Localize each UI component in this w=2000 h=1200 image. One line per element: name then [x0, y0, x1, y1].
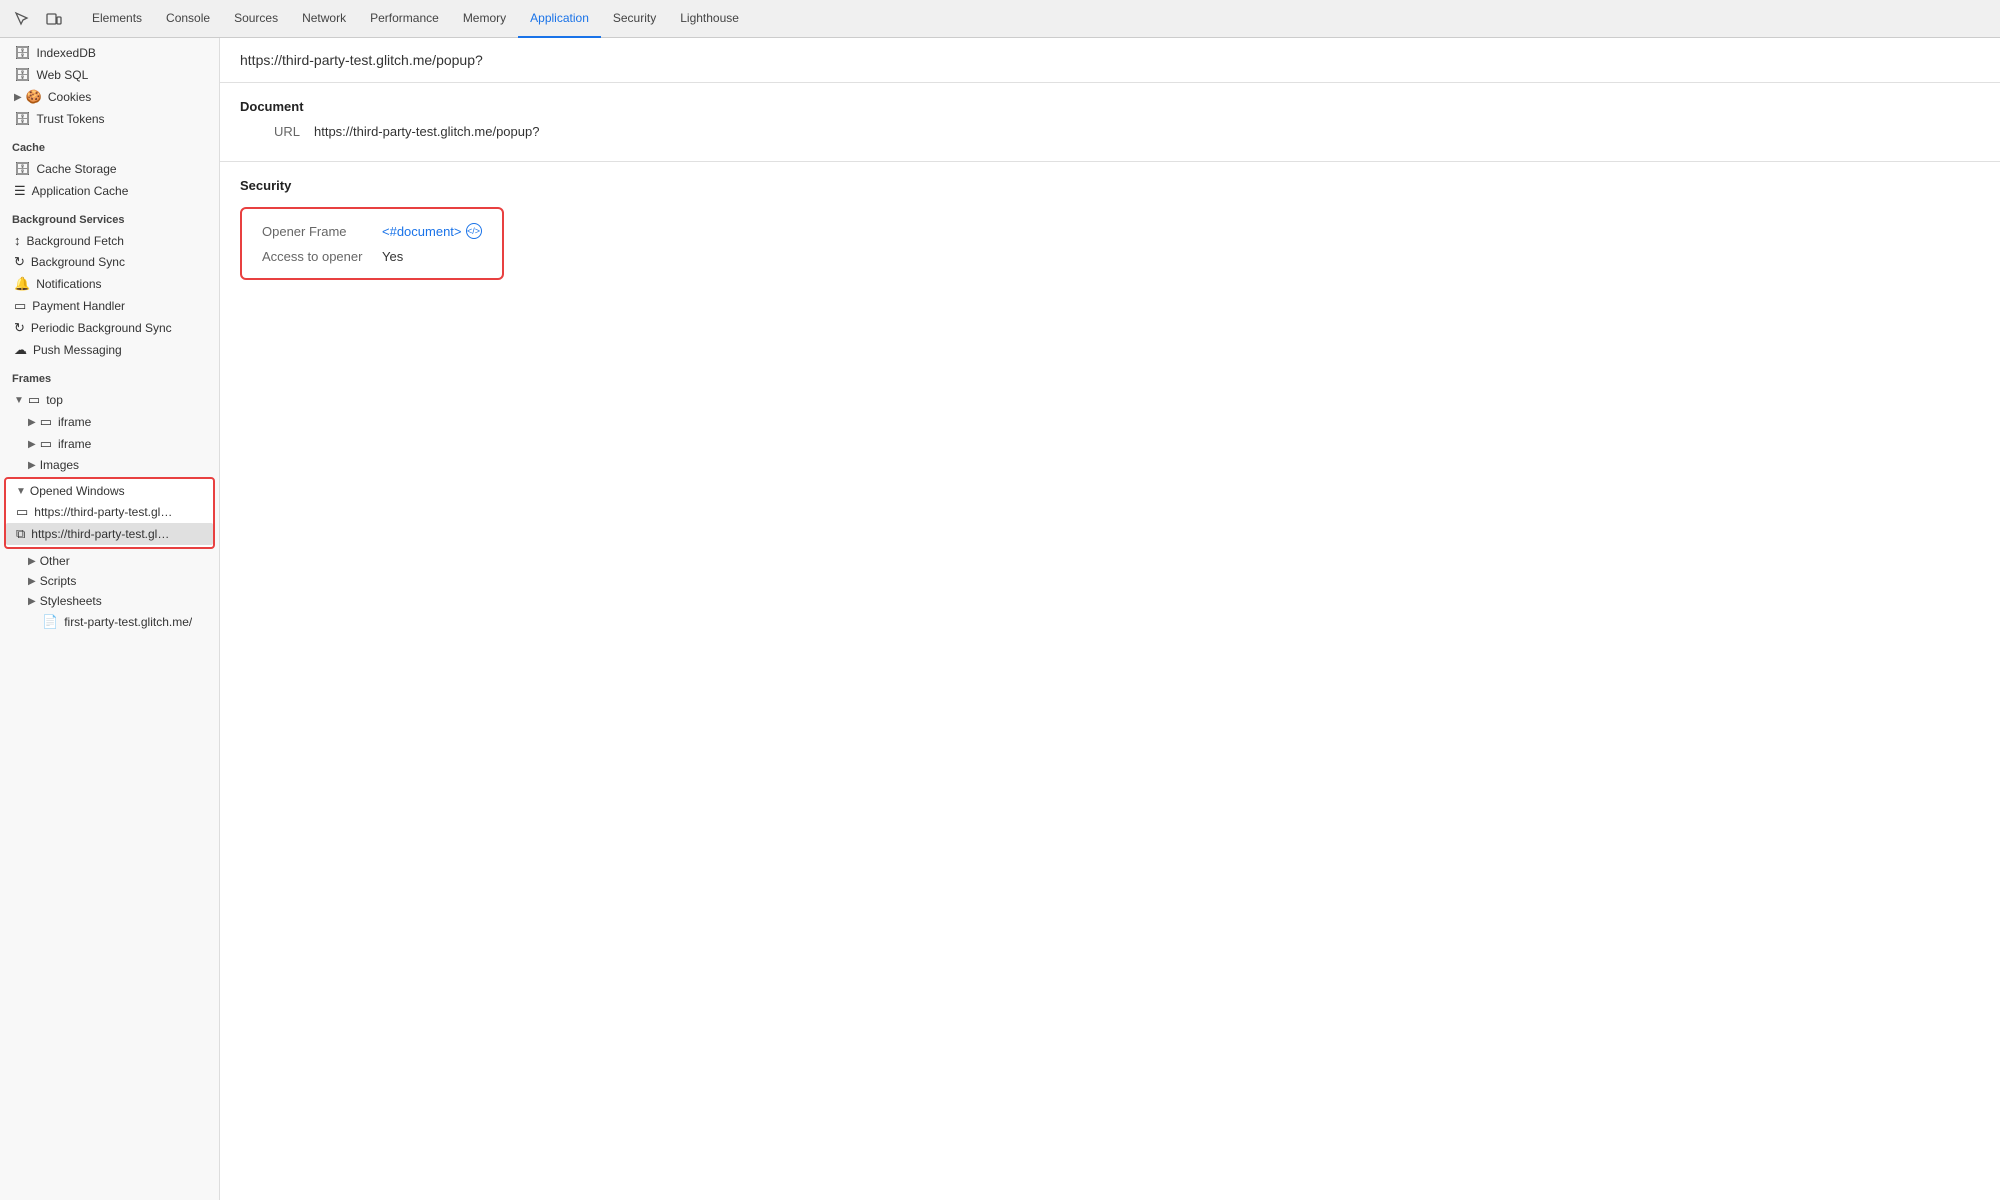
security-card: Opener Frame <#document> </> Access to o…: [240, 207, 504, 280]
sidebar-item-iframe1[interactable]: ▶ ▭ iframe: [0, 411, 219, 433]
tab-sources[interactable]: Sources: [222, 0, 290, 38]
sidebar-item-first-party[interactable]: 📄 first-party-test.glitch.me/: [0, 611, 219, 633]
opened-windows-group: ▼ Opened Windows ▭ https://third-party-t…: [4, 477, 215, 549]
document-heading: Document: [240, 99, 1980, 114]
sidebar-item-notifications[interactable]: 🔔 Notifications: [0, 273, 219, 295]
bg-fetch-icon: ↕: [14, 233, 21, 248]
sidebar-item-top[interactable]: ▼ ▭ top: [0, 389, 219, 411]
frame-icon-iframe1: ▭: [40, 414, 52, 430]
sidebar-item-images[interactable]: ▶ Images: [0, 455, 219, 475]
opener-frame-link[interactable]: <#document> </>: [382, 223, 482, 239]
sidebar-item-scripts[interactable]: ▶ Scripts: [0, 571, 219, 591]
sidebar-item-bg-sync[interactable]: ↻ Background Sync: [0, 251, 219, 273]
sidebar-item-trust-tokens[interactable]: 🗄 Trust Tokens: [0, 108, 219, 130]
access-opener-label: Access to opener: [262, 249, 382, 264]
sidebar-item-stylesheets[interactable]: ▶ Stylesheets: [0, 591, 219, 611]
tab-lighthouse[interactable]: Lighthouse: [668, 0, 751, 38]
expand-arrow-opened-windows: ▼: [16, 486, 26, 497]
device-toggle-icon[interactable]: [40, 5, 68, 33]
bg-services-header: Background Services: [0, 206, 219, 230]
expand-arrow-iframe1: ▶: [28, 417, 36, 428]
expand-arrow-images: ▶: [28, 460, 36, 471]
sidebar-item-push-messaging[interactable]: ☁ Push Messaging: [0, 339, 219, 361]
notifications-icon: 🔔: [14, 276, 30, 292]
sidebar-item-window1[interactable]: ▭ https://third-party-test.glitch.: [6, 501, 213, 523]
url-field-row: URL https://third-party-test.glitch.me/p…: [240, 124, 1980, 139]
frame-icon-top: ▭: [28, 392, 40, 408]
expand-arrow-other: ▶: [28, 556, 36, 567]
expand-arrow-top: ▼: [14, 395, 24, 406]
access-opener-field: Access to opener Yes: [262, 249, 482, 264]
url-value: https://third-party-test.glitch.me/popup…: [314, 124, 539, 139]
sidebar-item-cache-storage[interactable]: 🗄 Cache Storage: [0, 158, 219, 180]
sidebar-item-window2[interactable]: ⧉ https://third-party-test.glitch.: [6, 523, 213, 545]
inspect-icon[interactable]: [8, 5, 36, 33]
toolbar-icons: [8, 5, 68, 33]
page-url: https://third-party-test.glitch.me/popup…: [240, 52, 483, 68]
push-icon: ☁: [14, 342, 27, 358]
access-opener-value: Yes: [382, 249, 403, 264]
sidebar-item-indexeddb[interactable]: 🗄 IndexedDB: [0, 42, 219, 64]
database-icon: 🗄: [14, 45, 31, 61]
window1-icon: ▭: [16, 504, 28, 520]
security-section: Security Opener Frame <#document> </> Ac…: [220, 162, 2000, 296]
opener-frame-label: Opener Frame: [262, 224, 382, 239]
trust-icon: 🗄: [14, 111, 31, 127]
sidebar-item-iframe2[interactable]: ▶ ▭ iframe: [0, 433, 219, 455]
tab-bar: Elements Console Sources Network Perform…: [0, 0, 2000, 38]
cache-section-header: Cache: [0, 134, 219, 158]
url-label: URL: [240, 124, 300, 139]
code-icon: </>: [466, 223, 482, 239]
content-url-bar: https://third-party-test.glitch.me/popup…: [220, 38, 2000, 83]
sidebar-item-cookies[interactable]: ▶ 🍪 Cookies: [0, 86, 219, 108]
sidebar-item-bg-fetch[interactable]: ↕ Background Fetch: [0, 230, 219, 251]
opener-frame-link-text: <#document>: [382, 224, 462, 239]
file-icon: 📄: [42, 614, 58, 630]
periodic-sync-icon: ↻: [14, 320, 25, 336]
expand-arrow-cookies: ▶: [14, 92, 22, 103]
tab-security[interactable]: Security: [601, 0, 668, 38]
expand-arrow-iframe2: ▶: [28, 439, 36, 450]
sidebar-item-periodic-sync[interactable]: ↻ Periodic Background Sync: [0, 317, 219, 339]
tab-network[interactable]: Network: [290, 0, 358, 38]
window2-icon: ⧉: [16, 526, 25, 542]
cache-storage-icon: 🗄: [14, 161, 31, 177]
sidebar-item-opened-windows[interactable]: ▼ Opened Windows: [6, 481, 213, 501]
document-section: Document URL https://third-party-test.gl…: [220, 83, 2000, 162]
expand-arrow-scripts: ▶: [28, 576, 36, 587]
tab-application[interactable]: Application: [518, 0, 601, 38]
tab-performance[interactable]: Performance: [358, 0, 451, 38]
payment-icon: ▭: [14, 298, 26, 314]
bg-sync-icon: ↻: [14, 254, 25, 270]
tab-console[interactable]: Console: [154, 0, 222, 38]
sidebar-item-websql[interactable]: 🗄 Web SQL: [0, 64, 219, 86]
content-panel: https://third-party-test.glitch.me/popup…: [220, 38, 2000, 1200]
cookie-icon: 🍪: [26, 89, 42, 105]
sidebar: 🗄 IndexedDB 🗄 Web SQL ▶ 🍪 Cookies 🗄 Trus…: [0, 38, 220, 1200]
frame-icon-iframe2: ▭: [40, 436, 52, 452]
tab-elements[interactable]: Elements: [80, 0, 154, 38]
sidebar-item-app-cache[interactable]: ☰ Application Cache: [0, 180, 219, 202]
main-layout: 🗄 IndexedDB 🗄 Web SQL ▶ 🍪 Cookies 🗄 Trus…: [0, 38, 2000, 1200]
expand-arrow-stylesheets: ▶: [28, 596, 36, 607]
sidebar-item-payment-handler[interactable]: ▭ Payment Handler: [0, 295, 219, 317]
opener-frame-field: Opener Frame <#document> </>: [262, 223, 482, 239]
database-icon2: 🗄: [14, 67, 31, 83]
security-heading: Security: [240, 178, 1980, 193]
tab-memory[interactable]: Memory: [451, 0, 518, 38]
frames-section-header: Frames: [0, 365, 219, 389]
sidebar-item-other[interactable]: ▶ Other: [0, 551, 219, 571]
app-cache-icon: ☰: [14, 183, 26, 199]
